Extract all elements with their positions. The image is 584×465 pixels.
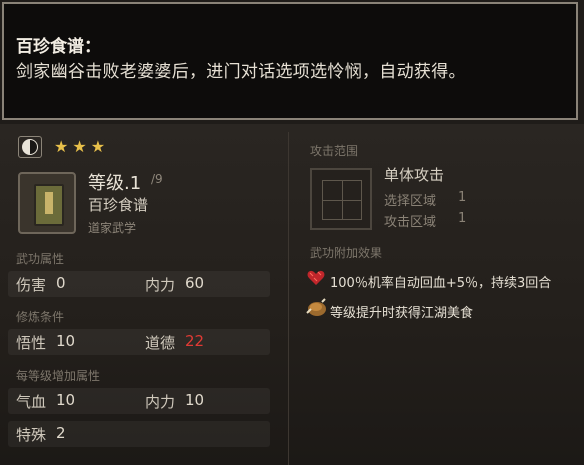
qixue-value: 10	[56, 391, 76, 409]
per-level-section-title: 每等级增加属性	[16, 369, 101, 383]
skill-school: 道家武学	[88, 221, 137, 235]
requirements-row: 悟性 10 道德 22	[8, 329, 270, 355]
effects-section-title: 武功附加效果	[310, 246, 383, 260]
star-rating: ★★★	[54, 137, 110, 156]
select-area-label: 选择区域	[384, 194, 437, 209]
damage-value: 0	[56, 274, 66, 292]
tooltip-panel: 百珍食谱： 剑家幽谷击败老婆婆后，进门对话选项选怜悯，自动获得。	[2, 2, 578, 120]
damage-label: 伤害	[16, 276, 47, 294]
wuxing-value: 10	[56, 332, 76, 350]
wuxing-label: 悟性	[16, 334, 47, 352]
teshu-value: 2	[56, 424, 66, 442]
skill-level-max: /9	[151, 172, 163, 186]
attack-area-value: 1	[458, 211, 467, 226]
per-level-neili-label: 内力	[145, 393, 176, 411]
special-row: 特殊 2	[8, 421, 270, 447]
effect-text-1: 100％机率自动回血+5％，持续3回合	[330, 276, 552, 291]
neili-label: 内力	[145, 276, 176, 294]
attributes-section-title: 武功属性	[16, 252, 65, 266]
per-level-neili-value: 10	[185, 391, 205, 409]
tooltip-title: 百珍食谱：	[16, 37, 101, 57]
attack-area-label: 攻击区域	[384, 215, 437, 230]
skill-name: 百珍食谱	[88, 196, 149, 214]
tooltip-description: 剑家幽谷击败老婆婆后，进门对话选项选怜悯，自动获得。	[16, 62, 466, 82]
per-level-row: 气血 10 内力 10	[8, 388, 270, 414]
attack-range-grid-icon	[310, 168, 372, 230]
range-section-title: 攻击范围	[310, 144, 359, 158]
range-type: 单体攻击	[384, 166, 445, 184]
roast-chicken-icon	[306, 298, 326, 316]
qixue-label: 气血	[16, 393, 47, 411]
requirements-section-title: 修炼条件	[16, 310, 65, 324]
effect-text-2: 等级提升时获得江湖美食	[330, 306, 474, 321]
panel-divider	[288, 132, 289, 465]
skill-book-icon[interactable]	[18, 172, 76, 234]
daode-label: 道德	[145, 334, 176, 352]
daode-value: 22	[185, 332, 205, 350]
yin-yang-icon	[18, 136, 42, 158]
skill-level: 等级.1	[88, 173, 142, 194]
select-area-value: 1	[458, 190, 467, 205]
attributes-row: 伤害 0 内力 60	[8, 271, 270, 297]
neili-value: 60	[185, 274, 205, 292]
teshu-label: 特殊	[16, 426, 47, 444]
red-heal-icon	[307, 270, 325, 285]
